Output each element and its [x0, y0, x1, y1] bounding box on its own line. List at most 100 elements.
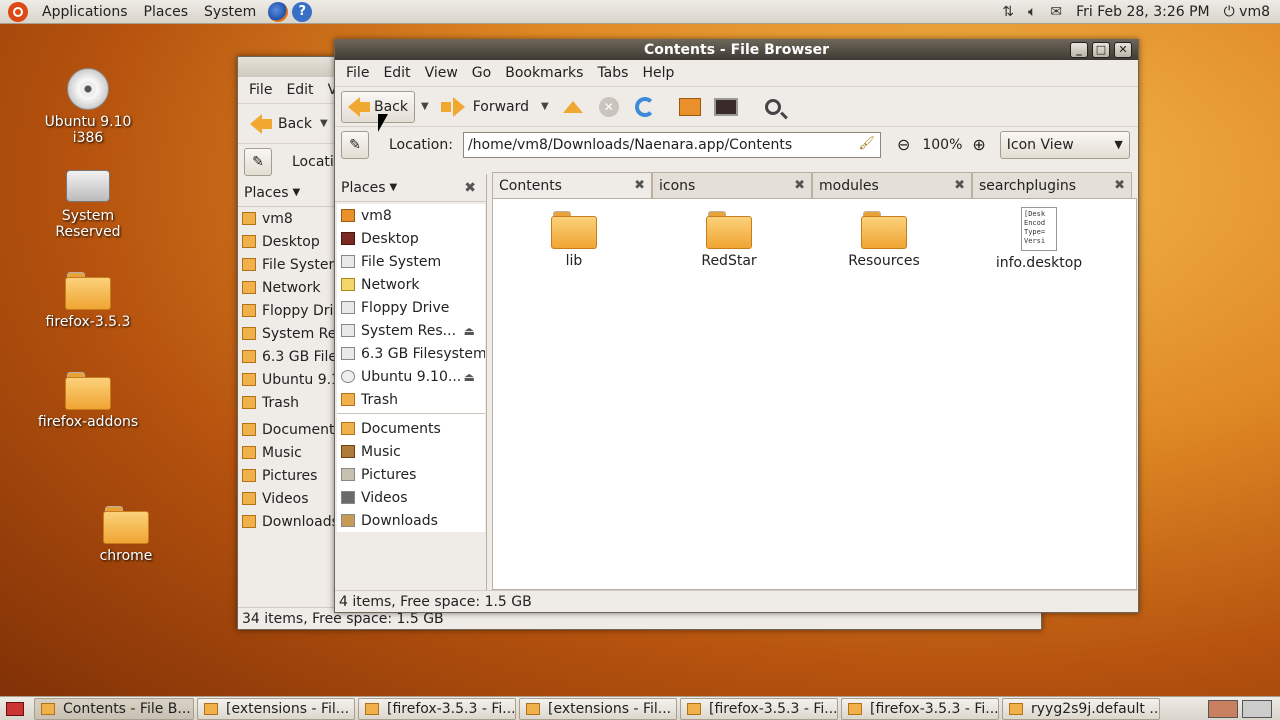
- sidebar-item-6-3-gb-filesystem[interactable]: 6.3 GB Filesystem: [337, 342, 485, 365]
- reload-button[interactable]: [630, 92, 660, 122]
- close-tab-icon[interactable]: ✖: [634, 178, 645, 193]
- sidebar-item[interactable]: Downloads: [238, 510, 334, 533]
- window-titlebar[interactable]: Contents - File Browser _ □ ✕: [335, 40, 1138, 60]
- sidebar-item[interactable]: Videos: [238, 487, 334, 510]
- desktop-icon-system-reserved[interactable]: System Reserved: [28, 170, 148, 240]
- sidebar-item[interactable]: Network: [238, 276, 334, 299]
- workspace-2[interactable]: [1242, 699, 1272, 718]
- user-menu[interactable]: ⏻ vm8: [1224, 4, 1270, 20]
- menu-edit[interactable]: Edit: [376, 65, 417, 81]
- tab-contents[interactable]: Contents ✖: [492, 172, 652, 198]
- sidebar-item-ubuntu-9-10[interactable]: Ubuntu 9.10... ⏏: [337, 365, 485, 388]
- firefox-launcher-icon[interactable]: [268, 1, 289, 22]
- up-button[interactable]: [558, 92, 588, 122]
- chevron-down-icon[interactable]: ▼: [314, 118, 334, 129]
- clear-location-icon[interactable]: 🖌︎: [858, 136, 875, 151]
- sidebar-item-trash[interactable]: Trash: [337, 388, 485, 411]
- eject-icon[interactable]: ⏏: [464, 370, 475, 384]
- ubuntu-logo-icon[interactable]: [8, 1, 28, 22]
- sidebar-item[interactable]: Music: [238, 441, 334, 464]
- taskbar-item[interactable]: Contents - File B...: [34, 697, 194, 720]
- close-tab-icon[interactable]: ✖: [794, 178, 805, 193]
- close-tab-icon[interactable]: ✖: [954, 178, 965, 193]
- menu-view[interactable]: View: [418, 65, 465, 81]
- sidebar-item[interactable]: System Res: [238, 322, 334, 345]
- sidebar-item-network[interactable]: Network: [337, 273, 485, 296]
- menu-go[interactable]: Go: [465, 65, 498, 81]
- zoom-in-icon[interactable]: ⊕: [972, 135, 985, 154]
- desktop-icon-ubuntu-cd[interactable]: Ubuntu 9.10 i386: [28, 68, 148, 146]
- tab-searchplugins[interactable]: searchplugins ✖: [972, 172, 1132, 198]
- zoom-level[interactable]: 100%: [922, 137, 962, 153]
- menu-tabs[interactable]: Tabs: [590, 65, 635, 81]
- close-tab-icon[interactable]: ✖: [1114, 178, 1125, 193]
- maximize-button[interactable]: □: [1092, 42, 1110, 58]
- desktop-icon-chrome[interactable]: chrome: [66, 506, 186, 564]
- sidebar-item-file-system[interactable]: File System: [337, 250, 485, 273]
- workspace-switcher[interactable]: [1208, 699, 1280, 718]
- file-item-redstar[interactable]: RedStar: [674, 211, 784, 269]
- edit-location-button[interactable]: ✎: [244, 147, 272, 176]
- workspace-1[interactable]: [1208, 699, 1238, 718]
- file-view[interactable]: lib RedStar Resources [Desk Encod Type= …: [492, 198, 1137, 590]
- location-input[interactable]: [462, 131, 881, 158]
- sidebar-item-music[interactable]: Music: [337, 440, 485, 463]
- sidebar-item-vm8[interactable]: vm8: [337, 204, 485, 227]
- tab-icons[interactable]: icons ✖: [652, 172, 812, 198]
- home-button[interactable]: [675, 92, 705, 122]
- mail-icon[interactable]: ✉: [1050, 4, 1062, 20]
- view-mode-select[interactable]: Icon View ▼: [999, 130, 1130, 159]
- desktop-icon-firefox-addons[interactable]: firefox-addons: [28, 372, 148, 430]
- sidebar-item[interactable]: File System: [238, 253, 334, 276]
- forward-history-chevron-icon[interactable]: ▼: [535, 101, 555, 112]
- tab-modules[interactable]: modules ✖: [812, 172, 972, 198]
- sidebar-item[interactable]: Pictures: [238, 464, 334, 487]
- desktop-icon-firefox-353[interactable]: firefox-3.5.3: [28, 272, 148, 330]
- taskbar-item[interactable]: [extensions - Fil...: [519, 697, 677, 720]
- menu-file[interactable]: File: [242, 82, 279, 98]
- edit-location-button[interactable]: ✎: [341, 130, 369, 159]
- sidebar-item[interactable]: Trash: [238, 391, 334, 414]
- sidebar-item-videos[interactable]: Videos: [337, 486, 485, 509]
- sidebar-item-documents[interactable]: Documents: [337, 417, 485, 440]
- menu-file[interactable]: File: [339, 65, 376, 81]
- menu-bookmarks[interactable]: Bookmarks: [498, 65, 590, 81]
- close-sidebar-icon[interactable]: ✖: [464, 180, 476, 196]
- clock[interactable]: Fri Feb 28, 3:26 PM: [1076, 4, 1210, 20]
- system-menu[interactable]: System: [196, 0, 264, 24]
- show-desktop-icon[interactable]: [6, 701, 24, 716]
- places-header[interactable]: Places ▼: [238, 179, 334, 207]
- sidebar-item[interactable]: 6.3 GB Files: [238, 345, 334, 368]
- file-item-lib[interactable]: lib: [519, 211, 629, 269]
- zoom-out-icon[interactable]: ⊖: [897, 135, 910, 154]
- forward-button[interactable]: Forward: [435, 91, 535, 123]
- file-item-info-desktop[interactable]: [Desk Encod Type= Versi info.desktop: [984, 207, 1094, 271]
- sidebar-item[interactable]: Ubuntu 9.1: [238, 368, 334, 391]
- places-header[interactable]: Places ▼ ✖: [335, 174, 486, 202]
- taskbar-item[interactable]: [firefox-3.5.3 - Fi...: [841, 697, 999, 720]
- computer-button[interactable]: [711, 92, 741, 122]
- places-menu[interactable]: Places: [136, 0, 197, 24]
- taskbar-item[interactable]: [firefox-3.5.3 - Fi...: [680, 697, 838, 720]
- menu-edit[interactable]: Edit: [279, 82, 320, 98]
- sidebar-item[interactable]: Documents: [238, 418, 334, 441]
- sidebar-item-system-res[interactable]: System Res... ⏏: [337, 319, 485, 342]
- back-history-chevron-icon[interactable]: ▼: [415, 101, 435, 112]
- taskbar-item[interactable]: [firefox-3.5.3 - Fi...: [358, 697, 516, 720]
- menu-help[interactable]: Help: [635, 65, 681, 81]
- sidebar-item[interactable]: Floppy Driv: [238, 299, 334, 322]
- file-item-resources[interactable]: Resources: [829, 211, 939, 269]
- applications-menu[interactable]: Applications: [34, 0, 136, 24]
- sidebar-item-floppy-drive[interactable]: Floppy Drive: [337, 296, 485, 319]
- file-browser-window[interactable]: Contents - File Browser _ □ ✕ File Edit …: [334, 39, 1139, 613]
- volume-icon[interactable]: 🔈︎: [1028, 4, 1036, 20]
- help-launcher-icon[interactable]: ?: [292, 1, 313, 22]
- stop-button[interactable]: ✕: [594, 92, 624, 122]
- minimize-button[interactable]: _: [1070, 42, 1088, 58]
- sidebar-item-pictures[interactable]: Pictures: [337, 463, 485, 486]
- sidebar-item-desktop[interactable]: Desktop: [337, 227, 485, 250]
- search-button[interactable]: [758, 92, 788, 122]
- sidebar-item[interactable]: Desktop: [238, 230, 334, 253]
- taskbar-item[interactable]: ryyg2s9j.default ...: [1002, 697, 1160, 720]
- eject-icon[interactable]: ⏏: [464, 324, 475, 338]
